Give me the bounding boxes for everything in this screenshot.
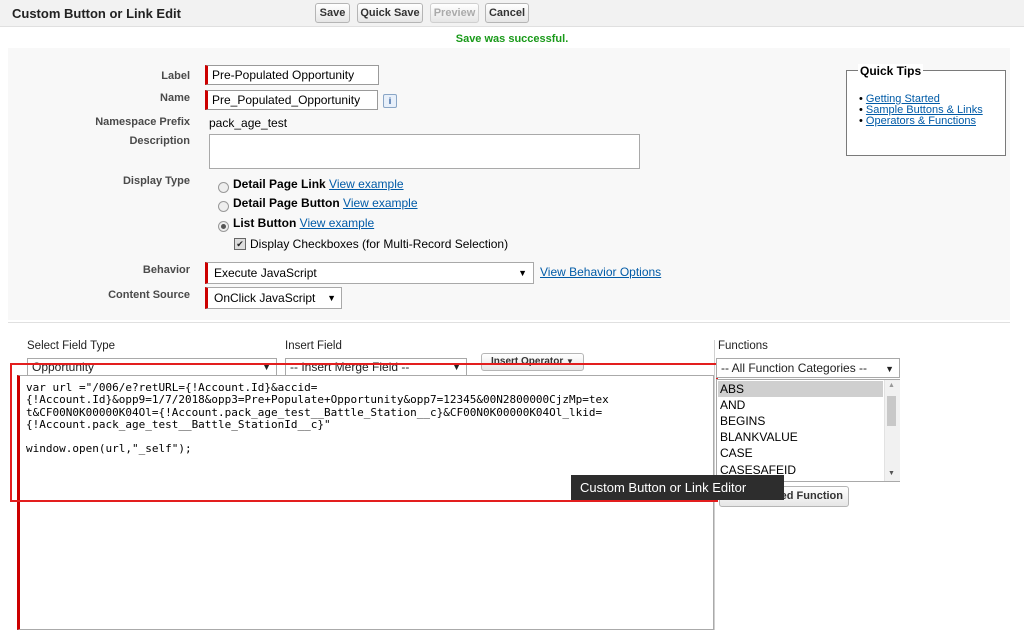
namespace-prefix-caption: Namespace Prefix [95, 116, 190, 128]
list-button-label: List Button [233, 216, 297, 230]
list-button-radio[interactable] [218, 221, 229, 232]
detail-page-link-radio[interactable] [218, 182, 229, 193]
function-item[interactable]: AND [718, 397, 883, 413]
insert-selected-function-label: ted Function [777, 490, 843, 502]
cancel-button[interactable]: Cancel [485, 3, 529, 23]
function-item[interactable]: BEGINS [718, 413, 883, 429]
save-success-message: Save was successful. [455, 33, 569, 45]
content-source-caption: Content Source [108, 289, 190, 301]
editor-tooltip: Custom Button or Link Editor [571, 475, 784, 500]
chevron-down-icon: ▼ [327, 293, 336, 303]
quick-save-button[interactable]: Quick Save [357, 3, 423, 23]
detail-page-link-view-example[interactable]: View example [329, 177, 403, 191]
display-checkboxes-checkbox[interactable]: ✔ [234, 238, 246, 250]
functions-label: Functions [718, 340, 768, 352]
detail-page-button-radio[interactable] [218, 201, 229, 212]
info-icon[interactable]: i [383, 94, 397, 108]
scroll-down-icon[interactable]: ▼ [888, 470, 895, 477]
quick-tips-title: Quick Tips [858, 64, 924, 78]
content-source-select-value: OnClick JavaScript [214, 291, 316, 305]
scroll-up-icon[interactable]: ▲ [888, 382, 895, 389]
function-categories-value: -- All Function Categories -- [721, 361, 868, 375]
section-divider [8, 322, 1010, 323]
detail-page-link-label: Detail Page Link [233, 177, 326, 191]
save-button[interactable]: Save [315, 3, 350, 23]
content-source-select[interactable]: OnClick JavaScript ▼ [205, 287, 342, 309]
select-field-type-label: Select Field Type [27, 340, 116, 352]
function-item[interactable]: CASE [718, 445, 883, 461]
detail-page-button-view-example[interactable]: View example [343, 196, 417, 210]
function-categories-select[interactable]: -- All Function Categories -- ▼ [716, 358, 900, 378]
function-item[interactable]: ABS [718, 381, 883, 397]
namespace-prefix-value: pack_age_test [209, 116, 288, 130]
display-checkboxes-label: Display Checkboxes (for Multi-Record Sel… [250, 237, 509, 251]
list-button-view-example[interactable]: View example [300, 216, 374, 230]
label-caption: Label [161, 70, 190, 82]
functions-scrollbar-thumb[interactable] [887, 396, 896, 426]
chevron-down-icon: ▼ [885, 364, 894, 374]
name-input[interactable]: Pre_Populated_Opportunity [205, 90, 378, 110]
description-caption: Description [129, 135, 190, 147]
function-item[interactable]: BLANKVALUE [718, 429, 883, 445]
preview-button: Preview [430, 3, 479, 23]
behavior-select[interactable]: Execute JavaScript ▼ [205, 262, 534, 284]
name-caption: Name [160, 92, 190, 104]
behavior-caption: Behavior [142, 264, 190, 276]
insert-field-label: Insert Field [285, 340, 342, 352]
behavior-select-value: Execute JavaScript [214, 266, 317, 280]
detail-page-button-label: Detail Page Button [233, 196, 340, 210]
operators-functions-link[interactable]: Operators & Functions [866, 115, 976, 127]
label-input[interactable]: Pre-Populated Opportunity [205, 65, 379, 85]
display-type-caption: Display Type [122, 175, 190, 187]
quick-tips-box: Getting Started Sample Buttons & Links O… [846, 70, 1006, 156]
page-title: Custom Button or Link Edit [12, 6, 181, 21]
description-textarea[interactable] [209, 134, 640, 169]
chevron-down-icon: ▼ [518, 268, 527, 278]
view-behavior-options-link[interactable]: View Behavior Options [540, 265, 661, 279]
